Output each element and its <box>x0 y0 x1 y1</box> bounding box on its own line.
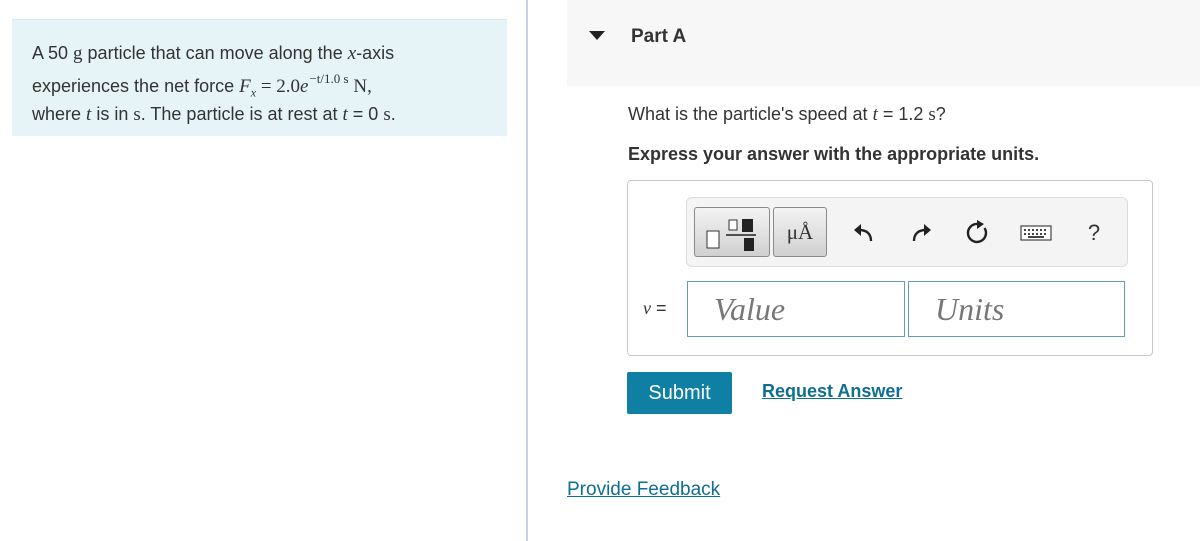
unit-grams: g <box>73 43 83 64</box>
problem-line-1: A 50 g particle that can move along the … <box>32 40 487 67</box>
panel-divider <box>526 0 528 541</box>
unit-seconds: s <box>133 103 141 125</box>
undo-button[interactable] <box>848 218 878 248</box>
text-span: experiences the net force <box>32 76 240 96</box>
equals-sign: = <box>651 298 667 318</box>
force-coefficient: = 2.0 <box>256 76 301 97</box>
help-icon: ? <box>1087 220 1101 245</box>
reset-button[interactable] <box>963 218 993 248</box>
part-title[interactable]: Part A <box>631 26 686 48</box>
problem-line-3: where t is in s. The particle is at rest… <box>32 103 487 126</box>
var-force: F <box>239 76 251 97</box>
redo-icon <box>912 224 931 242</box>
keyboard-icon <box>1020 225 1052 241</box>
provide-feedback-link[interactable]: Provide Feedback <box>567 479 720 501</box>
unit-seconds: s <box>928 104 936 125</box>
unit-seconds: s <box>383 103 391 125</box>
reset-icon <box>966 220 988 244</box>
text-span: = 1.2 <box>877 104 929 124</box>
templates-icon <box>706 219 756 251</box>
instruction-text: Express your answer with the appropriate… <box>628 144 1040 164</box>
collapse-caret-icon[interactable] <box>589 31 605 40</box>
text-span: where <box>32 103 87 124</box>
request-answer-link[interactable]: Request Answer <box>762 381 902 402</box>
submit-button[interactable]: Submit <box>627 372 732 414</box>
text-span: . The particle is at rest at <box>140 103 343 124</box>
value-input[interactable]: Value <box>687 281 905 337</box>
undo-icon <box>854 224 873 242</box>
var-x: x <box>347 43 357 64</box>
variable-label: v = <box>643 298 667 319</box>
problem-statement: A 50 g particle that can move along the … <box>12 19 507 136</box>
euler-e: e <box>300 76 309 97</box>
text-span: is in <box>91 103 134 124</box>
units-button-label: μÅ <box>786 220 814 244</box>
units-button[interactable]: μÅ <box>773 207 827 257</box>
text-span: = 0 <box>347 103 384 124</box>
keyboard-button[interactable] <box>1020 218 1052 248</box>
templates-button[interactable] <box>694 207 770 257</box>
question-text: What is the particle's speed at t = 1.2 … <box>628 104 946 126</box>
units-input[interactable]: Units <box>908 281 1125 337</box>
text-span: What is the particle's speed at <box>628 104 873 124</box>
exponent: −t/1.0 s <box>309 71 349 86</box>
problem-line-2: experiences the net force Fx = 2.0e−t/1.… <box>32 67 487 105</box>
help-button[interactable]: ? <box>1079 218 1109 248</box>
text-span: . <box>390 103 396 124</box>
redo-button[interactable] <box>907 218 937 248</box>
text-span: -axis <box>356 43 395 63</box>
text-span: A 50 <box>32 43 74 63</box>
var-v: v <box>643 298 651 318</box>
text-span: particle that can move along the <box>82 43 348 63</box>
unit-newton: N, <box>348 76 372 97</box>
text-span: ? <box>935 104 946 124</box>
